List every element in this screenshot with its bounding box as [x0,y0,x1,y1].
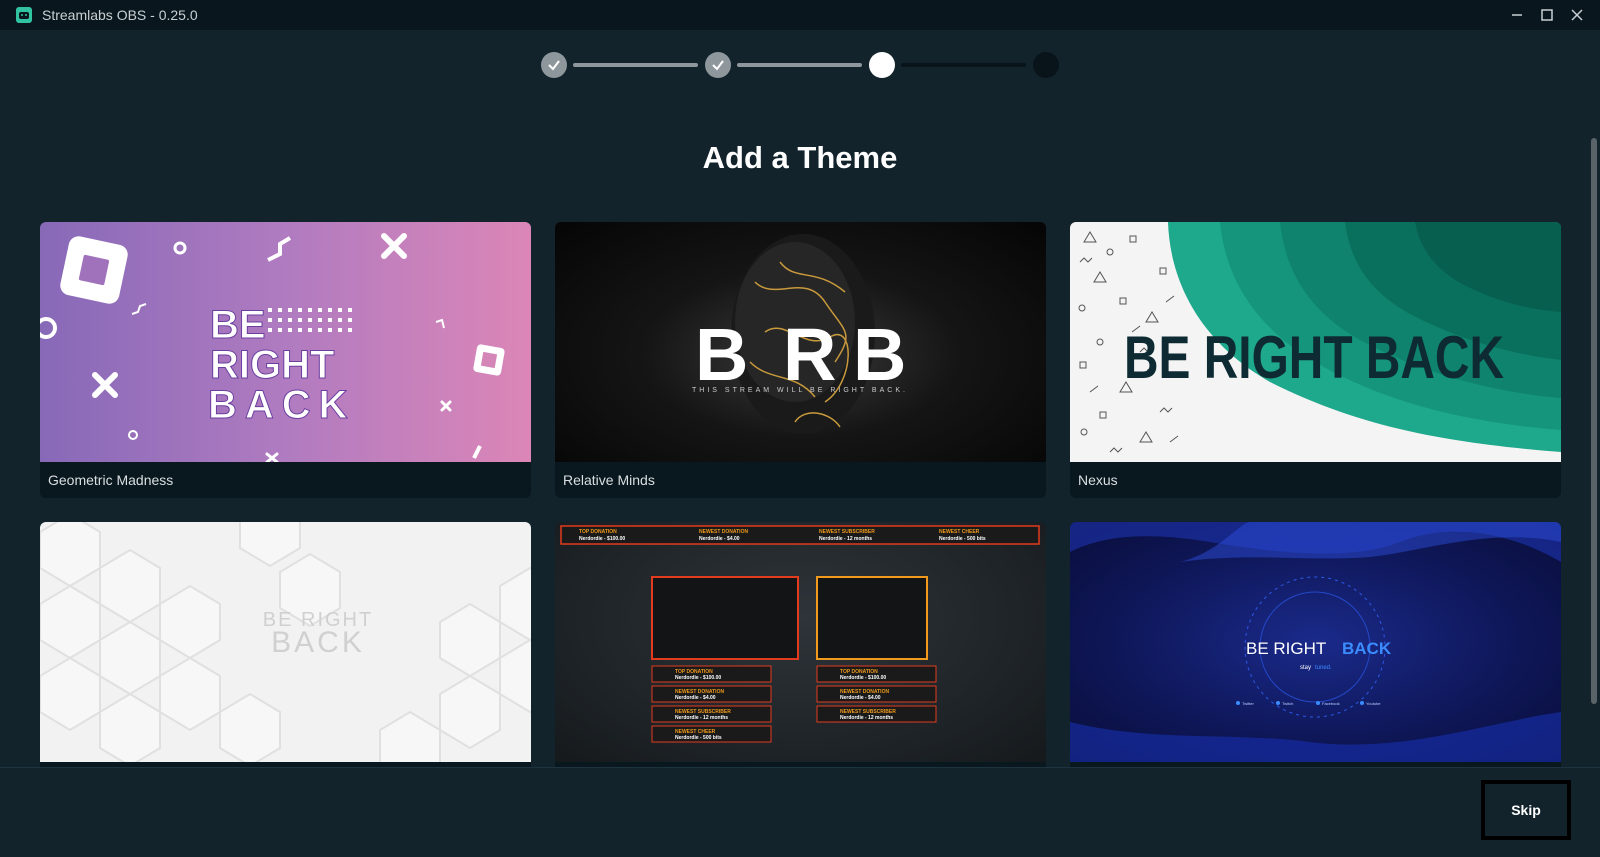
svg-text:Nerdordie - $4.00: Nerdordie - $4.00 [840,695,881,701]
close-icon[interactable] [1562,0,1592,30]
title-bar: Streamlabs OBS - 0.25.0 [0,0,1600,30]
skip-button[interactable]: Skip [1481,780,1571,840]
theme-card-geometric-madness[interactable]: BE RIGHT BACK Geometric Madness [40,222,531,498]
theme-card-4[interactable]: BE RIGHT BACK [40,522,531,767]
step-connector-1 [573,63,698,67]
streamlabs-logo-icon [16,7,32,23]
scrollbar[interactable] [1591,138,1597,704]
svg-text:BE RIGHT: BE RIGHT [1246,639,1326,658]
svg-text:Nerdordie - 12 months: Nerdordie - 12 months [675,715,728,721]
theme-card-6[interactable]: BE RIGHT BACK stay tuned. Twitter Twitch… [1070,522,1561,767]
svg-text:BE RIGHT BACK: BE RIGHT BACK [1124,324,1504,391]
svg-text:tuned.: tuned. [1315,665,1332,671]
svg-text:Nerdordie - 500 bits: Nerdordie - 500 bits [675,735,722,741]
svg-text:R: R [783,313,836,396]
svg-text:Nerdordie - 12 months: Nerdordie - 12 months [819,536,872,542]
theme-grid: BE RIGHT BACK Geometric Madness B R B TH… [0,200,1600,767]
theme-card-nexus[interactable]: BE RIGHT BACK Nexus [1070,222,1561,498]
step-4-pending [1033,52,1059,78]
svg-text:BACK: BACK [1342,639,1392,658]
theme-card-relative-minds[interactable]: B R B THIS STREAM WILL BE RIGHT BACK. Re… [555,222,1046,498]
svg-text:NEWEST DONATION: NEWEST DONATION [699,529,748,535]
minimize-icon[interactable] [1502,0,1532,30]
svg-text:Facebook: Facebook [1322,701,1340,706]
svg-text:Nerdordie - $100.00: Nerdordie - $100.00 [840,675,886,681]
window-title: Streamlabs OBS - 0.25.0 [42,7,198,23]
svg-text:Nerdordie - $4.00: Nerdordie - $4.00 [699,536,740,542]
svg-text:NEWEST CHEER: NEWEST CHEER [939,529,980,535]
theme-preview: B R B THIS STREAM WILL BE RIGHT BACK. [555,222,1046,462]
svg-text:Nerdordie - $100.00: Nerdordie - $100.00 [675,675,721,681]
step-3-current [869,52,895,78]
onboarding-stepper [0,52,1600,78]
svg-text:THIS STREAM WILL BE RIGHT BACK: THIS STREAM WILL BE RIGHT BACK. [692,387,908,394]
svg-text:NEWEST SUBSCRIBER: NEWEST SUBSCRIBER [819,529,875,535]
svg-text:Youtube: Youtube [1366,701,1381,706]
svg-text:TOP DONATION: TOP DONATION [579,529,617,535]
footer-divider [0,767,1600,768]
theme-card-5[interactable]: TOP DONATION Nerdordie - $100.00 NEWEST D… [555,522,1046,767]
svg-text:BE: BE [210,303,266,347]
svg-text:B: B [853,313,906,396]
svg-text:stay: stay [1300,665,1311,671]
svg-text:Nerdordie - $4.00: Nerdordie - $4.00 [675,695,716,701]
svg-text:Twitch: Twitch [1282,701,1293,706]
svg-text:RIGHT: RIGHT [210,343,334,387]
theme-name: Geometric Madness [48,472,174,488]
theme-preview: BE RIGHT BACK [40,522,531,762]
maximize-icon[interactable] [1532,0,1562,30]
theme-name: Relative Minds [563,472,655,488]
svg-text:BACK: BACK [271,626,365,659]
theme-preview: BE RIGHT BACK stay tuned. Twitter Twitch… [1070,522,1561,762]
svg-text:BACK: BACK [208,383,356,427]
step-connector-2 [737,63,862,67]
step-2-complete [705,52,731,78]
theme-preview: BE RIGHT BACK [1070,222,1561,462]
step-1-complete [541,52,567,78]
svg-text:Nerdordie - 12 months: Nerdordie - 12 months [840,715,893,721]
svg-text:Nerdordie - $100.00: Nerdordie - $100.00 [579,536,625,542]
svg-text:Nerdordie - 500 bits: Nerdordie - 500 bits [939,536,986,542]
page-title: Add a Theme [702,140,898,175]
svg-text:B: B [695,313,748,396]
theme-preview: BE RIGHT BACK [40,222,531,462]
theme-preview: TOP DONATION Nerdordie - $100.00 NEWEST D… [555,522,1046,762]
check-icon [712,60,724,71]
step-connector-3 [901,63,1026,67]
theme-name: Nexus [1078,472,1118,488]
check-icon [548,60,560,71]
svg-text:Twitter: Twitter [1242,701,1254,706]
